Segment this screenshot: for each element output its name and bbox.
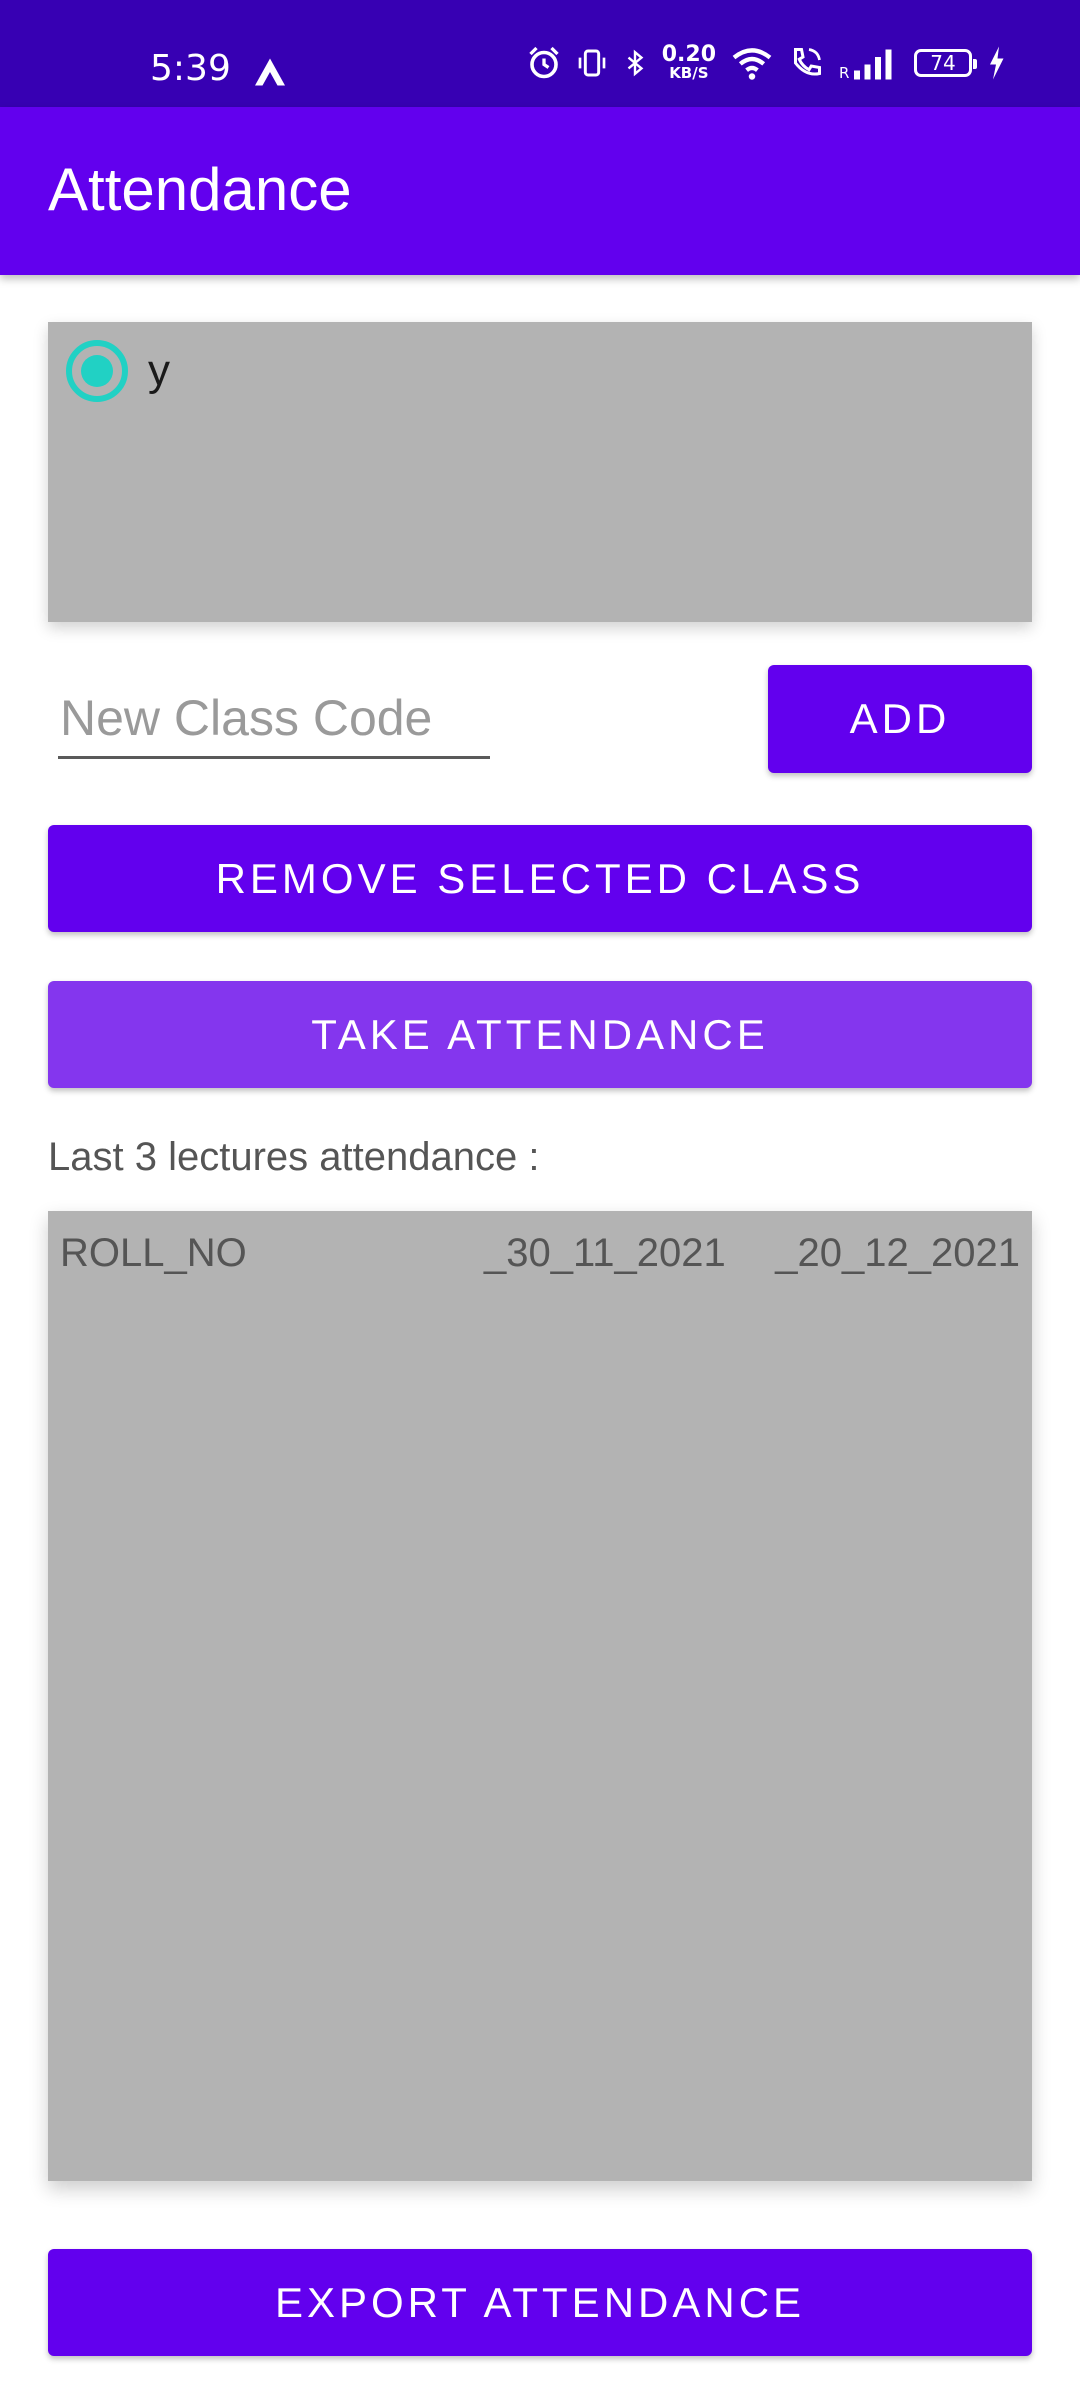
vibrate-icon — [578, 49, 606, 76]
charging-icon — [990, 46, 1004, 79]
battery-icon: 74 — [914, 48, 977, 77]
alarm-icon — [529, 46, 559, 78]
status-icons: 0.20 KB/S R 74 — [526, 44, 1006, 81]
add-button[interactable]: ADD — [768, 665, 1032, 773]
column-header-roll-no: ROLL_NO — [60, 1231, 247, 1275]
page-title: Attendance — [48, 156, 352, 223]
bluetooth-icon — [627, 49, 644, 76]
app-notification-icon — [255, 58, 285, 86]
wifi-calling-icon — [794, 47, 821, 75]
battery-level: 74 — [930, 50, 956, 75]
signal-icon: R — [839, 49, 892, 81]
column-header-date-2: _20_12_2021 — [775, 1231, 1020, 1275]
new-class-code-input[interactable] — [58, 680, 490, 759]
attendance-table[interactable]: ROLL_NO _30_11_2021 _20_12_2021 — [48, 1211, 1032, 2181]
class-radio-item[interactable]: y — [66, 340, 170, 402]
status-bar: 5:39 0.20 KB/S R 74 — [0, 0, 1080, 107]
class-list[interactable]: y — [48, 322, 1032, 622]
radio-button-icon[interactable] — [66, 340, 128, 402]
class-radio-label[interactable]: y — [148, 346, 170, 396]
last-lectures-label: Last 3 lectures attendance : — [48, 1135, 540, 1179]
app-bar: Attendance — [0, 107, 1080, 275]
take-attendance-button[interactable]: TAKE ATTENDANCE — [48, 981, 1032, 1088]
export-attendance-button[interactable]: EXPORT ATTENDANCE — [48, 2249, 1032, 2356]
net-speed: 0.20 KB/S — [662, 44, 716, 81]
net-speed-value: 0.20 — [661, 42, 716, 67]
radio-selected-dot — [81, 355, 113, 387]
table-header-row: ROLL_NO _30_11_2021 _20_12_2021 — [48, 1231, 1032, 1291]
column-header-date-1: _30_11_2021 — [484, 1231, 726, 1275]
status-time: 5:39 — [150, 48, 231, 89]
net-speed-unit: KB/S — [669, 64, 709, 82]
remove-selected-class-button[interactable]: REMOVE SELECTED CLASS — [48, 825, 1032, 932]
wifi-icon — [732, 47, 772, 80]
svg-text:R: R — [839, 64, 849, 81]
